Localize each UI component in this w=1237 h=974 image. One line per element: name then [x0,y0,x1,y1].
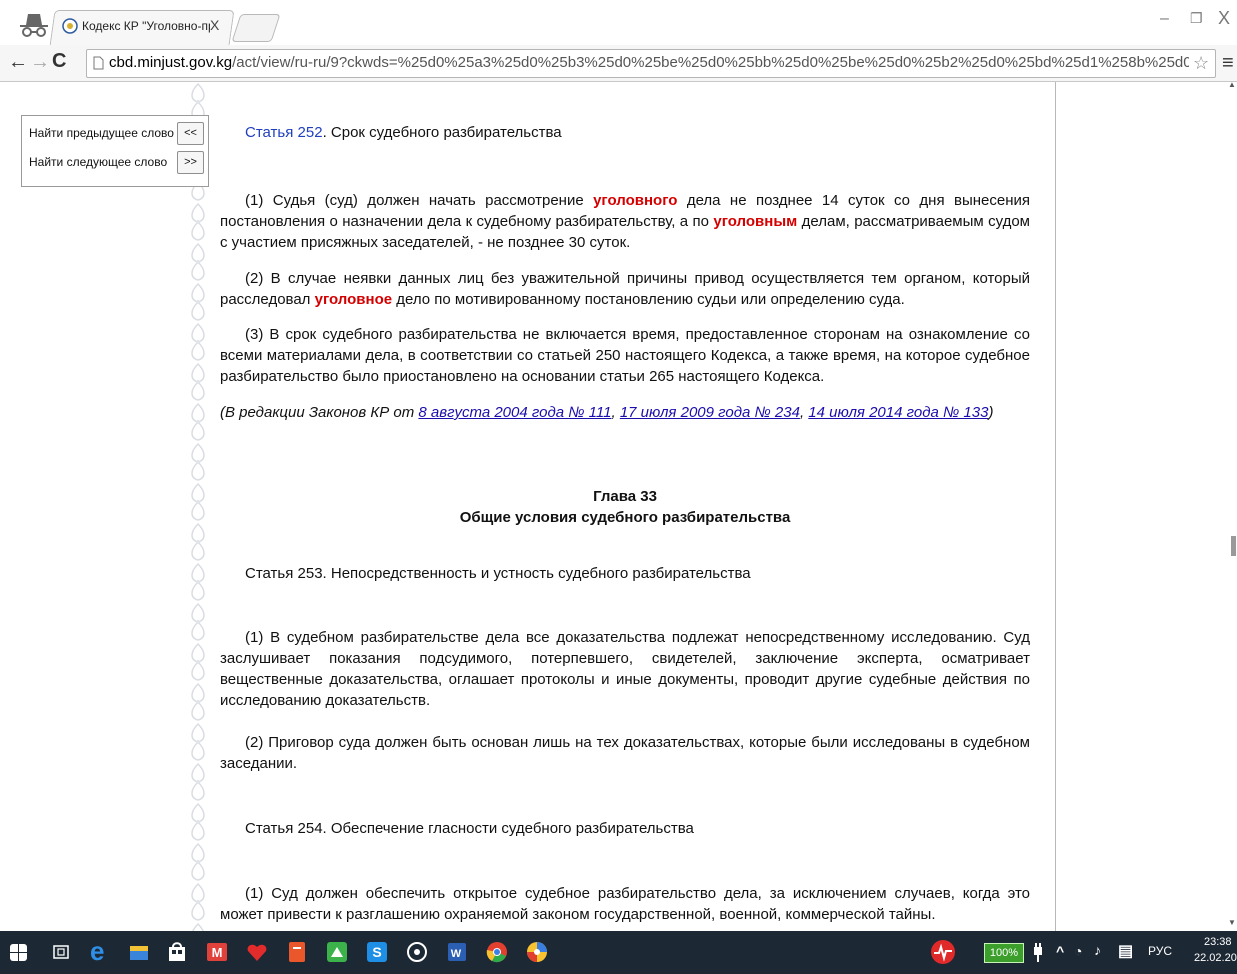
scrollbar[interactable] [1227,82,1237,931]
forward-button[interactable]: → [30,51,50,74]
article-254-heading: Статья 254. Обеспечение гласности судебн… [245,820,694,837]
minimize-button[interactable]: – [1160,10,1169,28]
clock-date[interactable]: 22.02.2016 [1194,952,1237,964]
p2-text-b: дело по мотивированному постановлению су… [392,291,905,308]
activity-monitor-icon[interactable] [930,939,956,965]
article-253-heading: Статья 253. Непосредственность и устност… [245,565,751,582]
revision-note: (В редакции Законов КР от 8 августа 2004… [220,402,993,423]
url-text: cbd.minjust.gov.kg/act/view/ru-ru/9?ckwd… [109,54,1189,71]
scrollbar-thumb[interactable] [1231,536,1236,556]
law-link-2004[interactable]: 8 августа 2004 года № 111 [418,404,611,421]
wifi-icon[interactable]: ◔ [1074,943,1082,959]
url-path: /act/view/ru-ru/9?ckwds=%25d0%25a3%25d0%… [232,54,1189,71]
article-253-paragraph-1: (1) В судебном разбирательстве дела все … [220,629,1030,709]
back-button[interactable]: ← [8,51,28,74]
scroll-down-arrow-icon[interactable]: ▼ [1228,918,1236,927]
picasa-icon[interactable] [526,941,548,963]
search-highlight: уголовным [713,213,798,230]
svg-text:W: W [451,948,462,960]
law-link-2014[interactable]: 14 июля 2014 года № 133 [808,404,988,421]
revision-separator: , [611,404,620,421]
page-viewport: ▲ ▼ Найти предыдущее слово << Найти след… [0,82,1237,931]
tab-title: Кодекс КР "Уголовно-про [82,19,210,33]
feedly-icon[interactable] [326,941,348,963]
word-icon[interactable]: W [446,941,468,963]
reload-button[interactable]: C [52,50,66,73]
article-254-paragraph-1: (1) Суд должен обеспечить открытое судеб… [220,885,1030,923]
ornament-border [184,82,212,931]
store-icon[interactable] [166,941,188,963]
browser-menu-icon[interactable]: ≡ [1222,52,1234,75]
bookmark-star-icon[interactable]: ☆ [1193,53,1209,74]
windows-start-icon[interactable] [10,944,27,961]
url-host: cbd.minjust.gov.kg [109,54,233,71]
revision-suffix: ) [988,404,994,421]
incognito-icon [20,14,48,37]
svg-text:M: M [212,945,223,960]
file-explorer-icon[interactable] [128,941,150,963]
maximize-button[interactable]: ❐ [1190,10,1203,27]
edge-icon[interactable]: e [90,936,104,967]
article-252-paragraph-3: (3) В срок судебного разбирательства не … [220,326,1030,385]
mail-icon[interactable]: M [206,941,228,963]
article-252-link[interactable]: Статья 252 [245,124,323,141]
tab-bar: Кодекс КР "Уголовно-про X – ❐ X [0,0,1237,46]
groove-music-icon[interactable] [406,941,428,963]
next-word-label: Найти следующее слово [29,155,168,169]
word-search-widget: Найти предыдущее слово << Найти следующе… [21,115,209,187]
chapter-title: Общие условия судебного разбирательства [459,509,791,526]
chapter-number: Глава 33 [593,488,657,505]
skype-icon[interactable]: S [366,941,388,963]
chevron-up-icon[interactable]: ^ [1056,943,1064,959]
article-252-heading: Статья 252. Срок судебного разбирательст… [245,122,562,143]
scroll-up-arrow-icon[interactable]: ▲ [1228,82,1236,89]
page-icon [93,56,104,70]
browser-tab[interactable]: Кодекс КР "Уголовно-про X [58,10,228,45]
input-language[interactable]: РУС [1148,944,1172,958]
battery-indicator[interactable]: 100% [984,943,1024,963]
address-bar[interactable]: cbd.minjust.gov.kg/act/view/ru-ru/9?ckwd… [86,49,1216,78]
browser-toolbar: ← → C cbd.minjust.gov.kg/act/view/ru-ru/… [0,45,1237,82]
article-252-paragraph-1: (1) Судья (суд) должен начать рассмотрен… [220,190,1030,253]
site-emblem-icon [62,18,78,34]
article-253-paragraph-2: (2) Приговор суда должен быть основан ли… [220,734,1030,772]
next-word-button[interactable]: >> [177,151,204,174]
svg-text:S: S [372,944,381,960]
prev-word-button[interactable]: << [177,122,204,145]
search-highlight: уголовное [314,291,393,308]
clock-time[interactable]: 23:38 [1204,936,1232,948]
game-icon[interactable] [246,941,268,963]
tab-close-button[interactable]: X [210,17,219,33]
article-252-title: . Срок судебного разбирательства [322,124,562,141]
p1-text-a: (1) Судья (суд) должен начать рассмотрен… [245,192,594,209]
task-view-icon[interactable] [52,943,70,961]
close-window-button[interactable]: X [1218,8,1230,29]
power-plug-icon [1034,943,1042,962]
revision-prefix: (В редакции Законов КР от [220,404,419,421]
prev-word-label: Найти предыдущее слово [29,126,174,140]
law-link-2009[interactable]: 17 июля 2009 года № 234 [620,404,800,421]
search-highlight: уголовного [593,192,678,209]
notifications-icon[interactable]: ▤ [1118,941,1133,961]
article-252-paragraph-2: (2) В случае неявки данных лиц без уважи… [220,268,1030,310]
volume-icon[interactable]: ♪ [1094,942,1101,958]
office-icon[interactable] [286,941,308,963]
chrome-icon[interactable] [486,941,508,963]
new-tab-button[interactable] [231,14,281,42]
windows-taskbar: e M S W 100% ^ ◔ ♪ ▤ РУС 23:38 22.02.20 [0,931,1237,974]
